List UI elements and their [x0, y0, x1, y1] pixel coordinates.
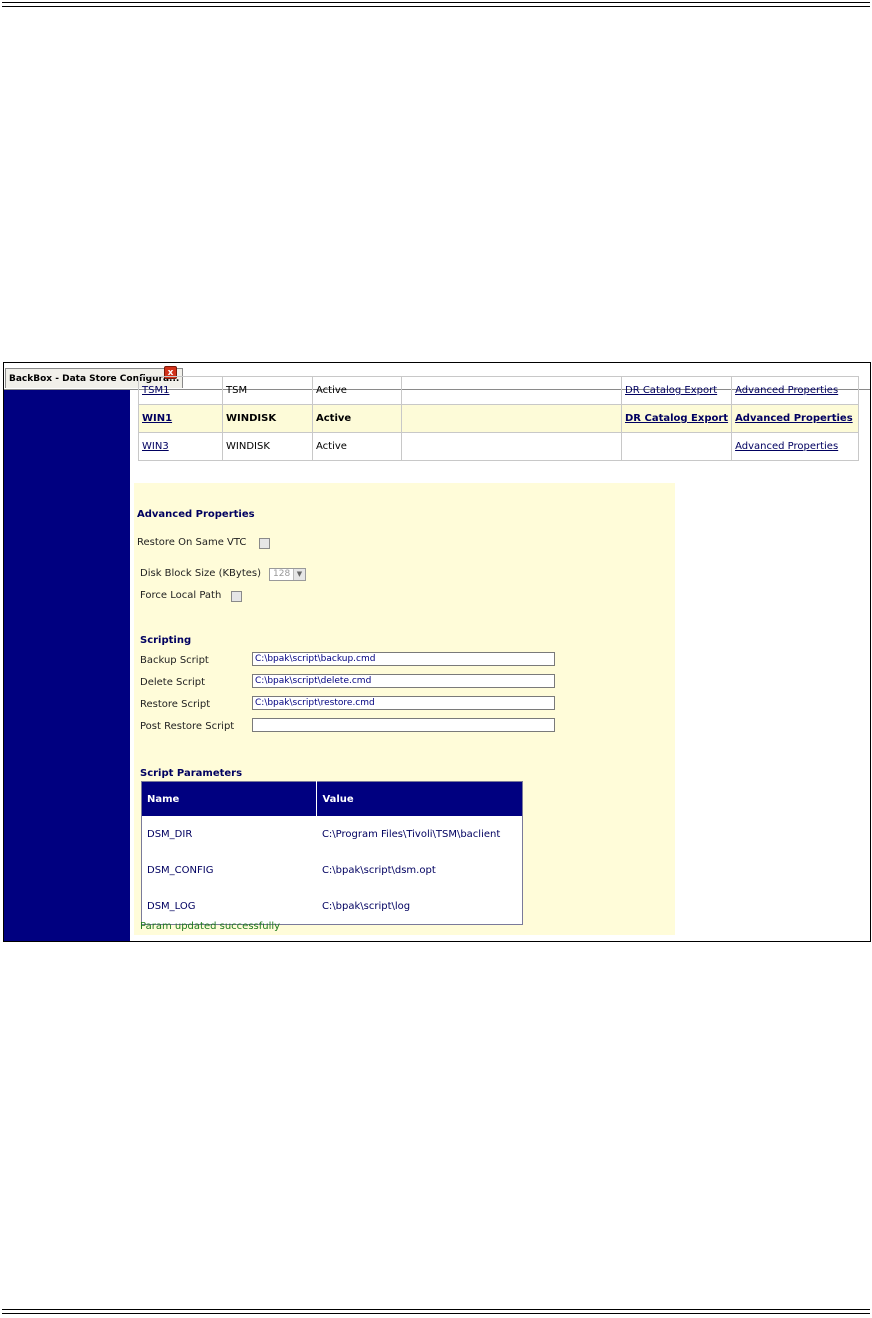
advanced-properties-title: Advanced Properties — [137, 509, 255, 520]
force-local-path-label: Force Local Path — [140, 590, 222, 601]
sidebar — [4, 390, 130, 941]
param-value: C:\bpak\script\log — [321, 900, 411, 912]
datastore-link[interactable]: WIN1 — [142, 413, 172, 424]
block-size-value: 128 — [273, 569, 291, 579]
datastore-link[interactable]: WIN3 — [142, 441, 169, 452]
advanced-properties-link[interactable]: Advanced Properties — [735, 441, 838, 452]
column-header-name: Name — [141, 781, 317, 816]
restore-script-label: Restore Script — [140, 699, 211, 710]
delete-script-input[interactable]: C:\bpak\script\delete.cmd — [252, 674, 555, 688]
app-window: BackBox - Data Store Configura... x TSM1… — [3, 362, 871, 942]
param-value: C:\Program Files\Tivoli\TSM\baclient — [321, 828, 501, 840]
block-size-label: Disk Block Size (KBytes) — [140, 568, 262, 579]
advanced-properties-link[interactable]: Advanced Properties — [735, 385, 838, 396]
bottom-rule — [2, 1309, 870, 1314]
param-name: DSM_DIR — [147, 828, 193, 840]
restore-same-vtc-checkbox[interactable] — [259, 538, 270, 549]
delete-script-label: Delete Script — [140, 677, 206, 688]
top-rule — [2, 2, 870, 7]
param-name: DSM_CONFIG — [147, 864, 214, 876]
table-header-row: Name Value — [141, 781, 523, 816]
datastore-export-empty — [620, 432, 733, 461]
chevron-down-icon: ▼ — [293, 569, 305, 580]
column-header-value: Value — [316, 781, 523, 816]
datastore-status: Active — [312, 404, 402, 433]
datastore-status: Active — [312, 376, 402, 405]
scripting-title: Scripting — [140, 635, 192, 646]
advanced-properties-panel: Advanced Properties Restore On Same VTC … — [134, 483, 675, 935]
post-restore-script-input[interactable] — [252, 718, 555, 732]
backup-script-label: Backup Script — [140, 655, 209, 666]
datastore-type: TSM — [222, 376, 313, 405]
backup-script-input[interactable]: C:\bpak\script\backup.cmd — [252, 652, 555, 666]
force-local-path-checkbox[interactable] — [231, 591, 242, 602]
datastore-type: WINDISK — [222, 404, 313, 433]
datastore-extra — [401, 404, 622, 433]
datastore-table: TSM1 TSM Active DR Catalog Export Advanc… — [138, 376, 860, 461]
table-row[interactable]: DSM_DIR C:\Program Files\Tivoli\TSM\bacl… — [142, 816, 523, 852]
datastore-extra — [401, 432, 622, 461]
datastore-link[interactable]: TSM1 — [142, 385, 169, 396]
param-name: DSM_LOG — [147, 900, 196, 912]
table-row: WIN3 WINDISK Active Advanced Properties — [138, 432, 860, 461]
restore-script-input[interactable]: C:\bpak\script\restore.cmd — [252, 696, 555, 710]
script-parameters-table: Name Value DSM_DIR C:\Program Files\Tivo… — [141, 781, 523, 925]
table-row[interactable]: DSM_CONFIG C:\bpak\script\dsm.opt — [142, 852, 523, 888]
restore-same-vtc-label: Restore On Same VTC — [137, 537, 247, 548]
status-message: Param updated successfully — [140, 921, 281, 932]
script-parameters-title: Script Parameters — [140, 768, 243, 779]
table-row[interactable]: DSM_LOG C:\bpak\script\log — [142, 888, 523, 925]
dr-catalog-export-link[interactable]: DR Catalog Export — [625, 385, 717, 396]
table-row-selected: WIN1 WINDISK Active DR Catalog Export Ad… — [138, 404, 860, 433]
post-restore-script-label: Post Restore Script — [140, 721, 235, 732]
table-row: TSM1 TSM Active DR Catalog Export Advanc… — [138, 376, 860, 405]
datastore-type: WINDISK — [222, 432, 313, 461]
datastore-extra — [401, 376, 622, 405]
datastore-status: Active — [312, 432, 402, 461]
block-size-select[interactable]: 128 ▼ — [269, 568, 306, 581]
param-value: C:\bpak\script\dsm.opt — [321, 864, 436, 876]
main-content: TSM1 TSM Active DR Catalog Export Advanc… — [130, 376, 870, 941]
advanced-properties-link[interactable]: Advanced Properties — [735, 413, 853, 424]
dr-catalog-export-link[interactable]: DR Catalog Export — [625, 413, 728, 424]
